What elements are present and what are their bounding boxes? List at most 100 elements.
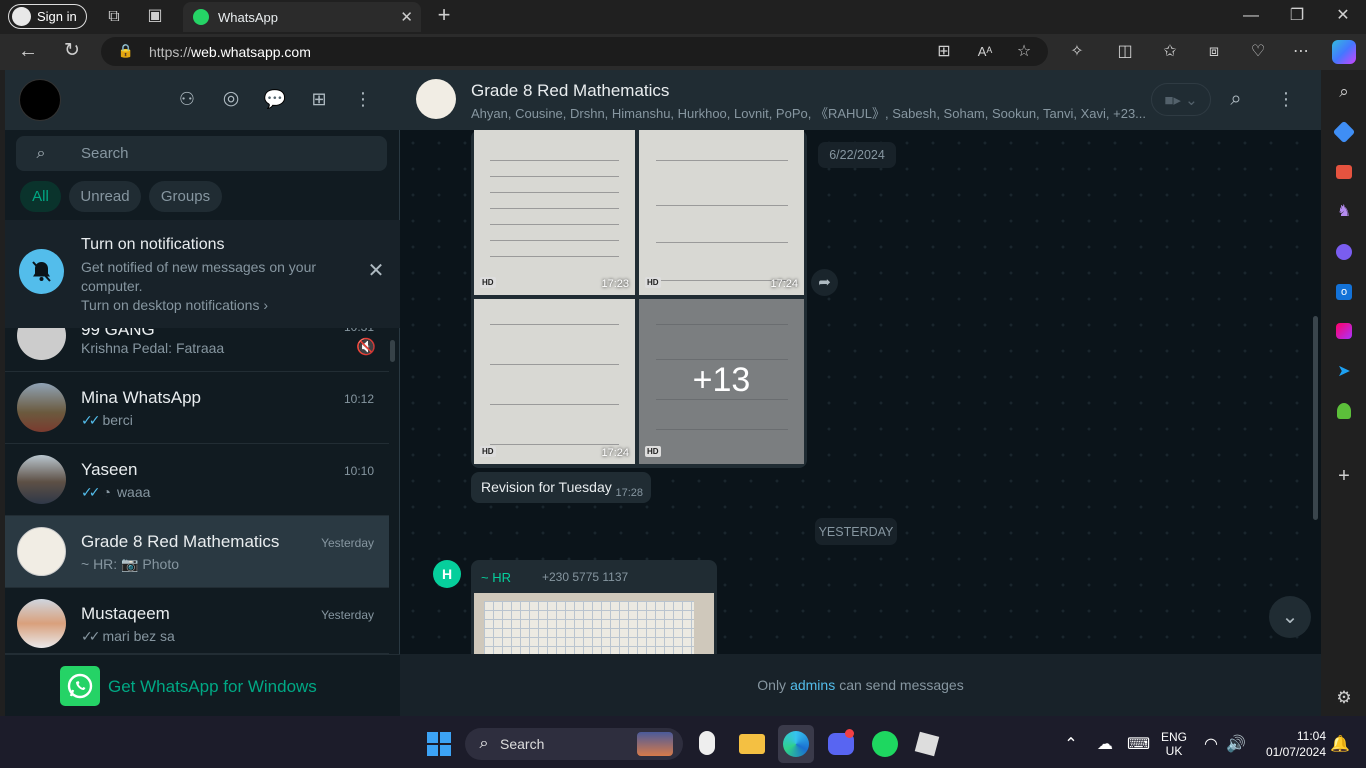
keyboard-icon[interactable]: ⌨ [1127, 735, 1150, 755]
new-chat-icon[interactable]: ⊞ [307, 89, 331, 109]
more-options-icon[interactable]: ⋯ [1291, 42, 1311, 62]
chevron-right-icon: › [263, 297, 269, 313]
minimize-icon[interactable]: — [1241, 6, 1261, 26]
taskbar-search-label: Search [500, 736, 545, 752]
filter-all[interactable]: All [20, 181, 61, 212]
copilot-icon[interactable] [1332, 40, 1356, 64]
tab-title: WhatsApp [218, 9, 278, 25]
wifi-icon[interactable]: ◠ [1202, 735, 1220, 755]
filter-groups[interactable]: Groups [149, 181, 222, 212]
designer-icon[interactable] [1336, 323, 1352, 339]
games-icon[interactable]: ♞ [1334, 202, 1354, 222]
show-hidden-icons[interactable]: ⌃ [1063, 735, 1079, 755]
tab-actions-icon[interactable]: ▣ [145, 6, 165, 26]
search-input[interactable]: ⌕ Search [16, 136, 387, 171]
extensions-icon[interactable]: ✧ [1067, 42, 1087, 62]
app-available-icon[interactable]: ⊞ [934, 42, 954, 62]
photo-time: 17:24 [770, 278, 798, 290]
chat-item-mina-whatsapp[interactable]: Mina WhatsApp ✓✓ berci 10:12 [5, 372, 389, 444]
tab-whatsapp[interactable]: WhatsApp ✕ [183, 2, 421, 32]
back-icon[interactable]: ← [18, 41, 38, 61]
new-tab-icon[interactable]: + [433, 4, 455, 26]
channels-icon[interactable]: 💬 [263, 89, 287, 109]
language-indicator[interactable]: ENG UK [1160, 730, 1188, 758]
read-aloud-icon[interactable]: Aᴬ [975, 42, 995, 62]
photo-thumbnail[interactable]: HD 17:24 [639, 130, 804, 295]
conversation-menu-icon[interactable]: ⋮ [1275, 89, 1297, 109]
chat-preview: Krishna Pedal: Fatraaa [81, 340, 225, 356]
address-bar[interactable]: 🔒 https:// web.whatsapp.com [101, 37, 1048, 66]
chat-item-grade-8-red-mathematics[interactable]: Grade 8 Red Mathematics ~ HR: 📷 Photo Ye… [5, 516, 389, 588]
spotify-icon[interactable] [872, 731, 898, 757]
scroll-down-icon[interactable]: ⌄ [1269, 596, 1311, 638]
chat-list-scrollbar[interactable] [390, 340, 395, 362]
get-app-promo[interactable]: Get WhatsApp for Windows [5, 654, 400, 716]
volume-icon[interactable]: 🔊 [1226, 735, 1246, 755]
onedrive-icon[interactable]: ☁ [1095, 735, 1115, 755]
communities-icon[interactable]: ⚇ [175, 89, 199, 109]
date-divider: 6/22/2024 [818, 142, 896, 168]
split-screen-icon[interactable]: ◫ [1115, 42, 1135, 62]
chat-name: Yaseen [81, 460, 138, 479]
mouse-app-icon[interactable] [699, 731, 715, 755]
caption-message[interactable]: Revision for Tuesday 17:28 [471, 472, 651, 503]
photo-message[interactable]: ~ HR +230 5775 1137 [471, 560, 717, 654]
group-members: Ahyan, Cousine, Drshn, Himanshu, Hurkhoo… [471, 106, 1147, 121]
url-scheme: https:// [149, 43, 192, 60]
chat-preview: ✓✓ berci [81, 412, 133, 428]
taskbar-clock[interactable]: 11:04 01/07/2024 [1250, 729, 1326, 759]
more-photos-tile[interactable]: +13 HD [639, 299, 804, 464]
lock-icon: 🔒 [117, 43, 135, 58]
search-messages-icon[interactable]: ⌕ [1225, 89, 1247, 109]
favorite-star-icon[interactable]: ☆ [1014, 42, 1034, 62]
notification-badge [845, 729, 854, 738]
windows-start-icon[interactable] [427, 732, 451, 756]
video-call-button[interactable]: ■▸ ⌄ [1151, 83, 1211, 116]
workspaces-icon[interactable]: ⧉ [104, 7, 124, 27]
collections-icon[interactable]: ⧈ [1204, 42, 1224, 62]
message-scrollbar[interactable] [1313, 316, 1318, 520]
chat-item-yaseen[interactable]: Yaseen ✓✓ ◔ waaa 10:10 [5, 444, 389, 516]
sidebar-search-icon[interactable]: ⌕ [1334, 82, 1354, 102]
chat-item-mustaqeem[interactable]: Mustaqeem ✓✓ mari bez sa Yesterday [5, 588, 389, 654]
taskbar-search[interactable]: ⌕ Search [465, 728, 683, 760]
sender-name[interactable]: ~ HR [481, 570, 511, 585]
close-window-icon[interactable]: ✕ [1333, 6, 1353, 26]
profile-icon [12, 7, 31, 26]
forward-icon[interactable]: ➦ [811, 269, 838, 296]
android-app-icon[interactable] [1337, 403, 1351, 419]
notification-bell-icon[interactable]: 🔔 [1330, 735, 1350, 755]
close-tab-icon[interactable]: ✕ [400, 8, 413, 26]
admins-link[interactable]: admins [790, 677, 835, 693]
favorites-icon[interactable]: ✩ [1160, 42, 1180, 62]
my-avatar[interactable] [19, 79, 61, 121]
video-camera-icon: ■▸ ⌄ [1164, 91, 1198, 109]
maximize-icon[interactable]: ❐ [1287, 6, 1307, 26]
add-sidebar-app-icon[interactable]: + [1334, 466, 1354, 486]
chat-name: Mina WhatsApp [81, 388, 201, 407]
sidebar-settings-icon[interactable]: ⚙ [1334, 688, 1354, 708]
photo-thumbnail[interactable]: HD 17:23 [474, 130, 635, 295]
filter-unread[interactable]: Unread [69, 181, 141, 212]
photo-thumbnail[interactable]: HD 17:24 [474, 299, 635, 464]
performance-icon[interactable]: ♡ [1248, 42, 1268, 62]
refresh-icon[interactable]: ↻ [62, 41, 82, 61]
chat-time: 10:10 [343, 464, 374, 478]
sender-avatar[interactable]: H [433, 560, 461, 588]
edge-browser-icon[interactable] [783, 731, 809, 757]
tools-icon[interactable] [1336, 165, 1352, 179]
file-explorer-icon[interactable] [739, 734, 765, 754]
photo-thumbnail[interactable] [474, 593, 714, 654]
notifications-off-icon [19, 249, 64, 294]
menu-icon[interactable]: ⋮ [351, 89, 375, 109]
group-avatar[interactable] [416, 79, 456, 119]
photo-time: 17:23 [601, 278, 629, 290]
telegram-icon[interactable]: ➤ [1334, 362, 1354, 382]
outlook-icon[interactable]: o [1336, 284, 1352, 300]
copilot-sidebar-icon[interactable] [1336, 244, 1352, 260]
enable-notifications-link[interactable]: Turn on desktop notifications › [81, 297, 268, 313]
close-notification-icon[interactable]: ✕ [366, 261, 386, 281]
sign-in-button[interactable]: Sign in [8, 4, 87, 29]
status-icon[interactable]: ◎ [219, 89, 243, 109]
notification-title: Turn on notifications [81, 236, 225, 253]
